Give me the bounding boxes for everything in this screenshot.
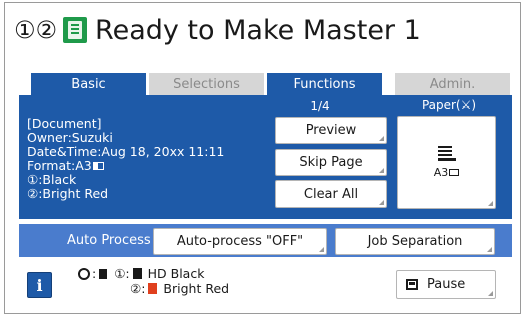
pause-icon: [406, 279, 418, 290]
landscape-orientation-icon: [92, 162, 104, 170]
paper-label: Paper(⚔): [421, 98, 477, 112]
paper-button[interactable]: A3: [397, 116, 496, 209]
tab-basic[interactable]: Basic: [31, 73, 146, 95]
status-title: Ready to Make Master 1: [95, 14, 421, 46]
preview-button[interactable]: Preview: [275, 117, 387, 144]
tab-functions[interactable]: Functions: [267, 73, 382, 95]
page-indicator: 1/4: [310, 99, 330, 113]
status-row-1: : ①: HD Black: [78, 266, 229, 281]
paper-tray-icon: [437, 146, 456, 161]
document-color1: ①:Black: [27, 172, 77, 187]
drum1-label: ①:: [114, 266, 130, 281]
document-info: [Document] Owner:Suzuki Date&Time:Aug 18…: [27, 117, 224, 201]
paper-size-label: A3: [433, 166, 449, 179]
page-title: ①② Ready to Make Master 1: [14, 10, 421, 50]
drum-status-separator: :: [92, 266, 97, 281]
master-making-icon: [63, 17, 88, 43]
auto-process-button[interactable]: Auto-process "OFF": [153, 228, 327, 255]
skip-page-button[interactable]: Skip Page: [275, 149, 387, 176]
red-ink-icon: [148, 283, 158, 294]
document-datetime: Date&Time:Aug 18, 20xx 11:11: [27, 144, 225, 159]
drum1-ink: HD Black: [147, 266, 205, 281]
document-format-row: Format:A3: [27, 159, 224, 173]
drum-icon: [78, 267, 90, 280]
clear-all-button[interactable]: Clear All: [275, 180, 387, 208]
job-separation-button[interactable]: Job Separation: [335, 228, 495, 255]
status-row-2: ②: Bright Red: [78, 281, 229, 296]
info-icon: i: [36, 275, 43, 295]
document-owner: Owner:Suzuki: [27, 130, 113, 145]
paper-size: A3: [434, 166, 460, 179]
master-roll-icon: [99, 268, 108, 279]
tab-selections: Selections: [149, 73, 264, 95]
drum2-label: ②:: [130, 281, 146, 296]
tab-admin: Admin.: [395, 73, 510, 95]
document-format: Format:A3: [27, 158, 92, 173]
drum-indicators: ①②: [14, 16, 58, 44]
ink-status: : ①: HD Black ②: Bright Red: [78, 266, 229, 296]
black-ink-icon: [132, 268, 142, 279]
document-color2: ②:Bright Red: [27, 186, 109, 201]
drum2-ink: Bright Red: [163, 281, 230, 296]
auto-process-label: Auto Process: [67, 233, 151, 248]
pause-button[interactable]: Pause: [396, 270, 496, 299]
pause-label: Pause: [427, 277, 466, 292]
document-heading: [Document]: [27, 116, 102, 131]
info-button[interactable]: i: [27, 272, 52, 298]
landscape-orientation-icon: [449, 169, 460, 176]
